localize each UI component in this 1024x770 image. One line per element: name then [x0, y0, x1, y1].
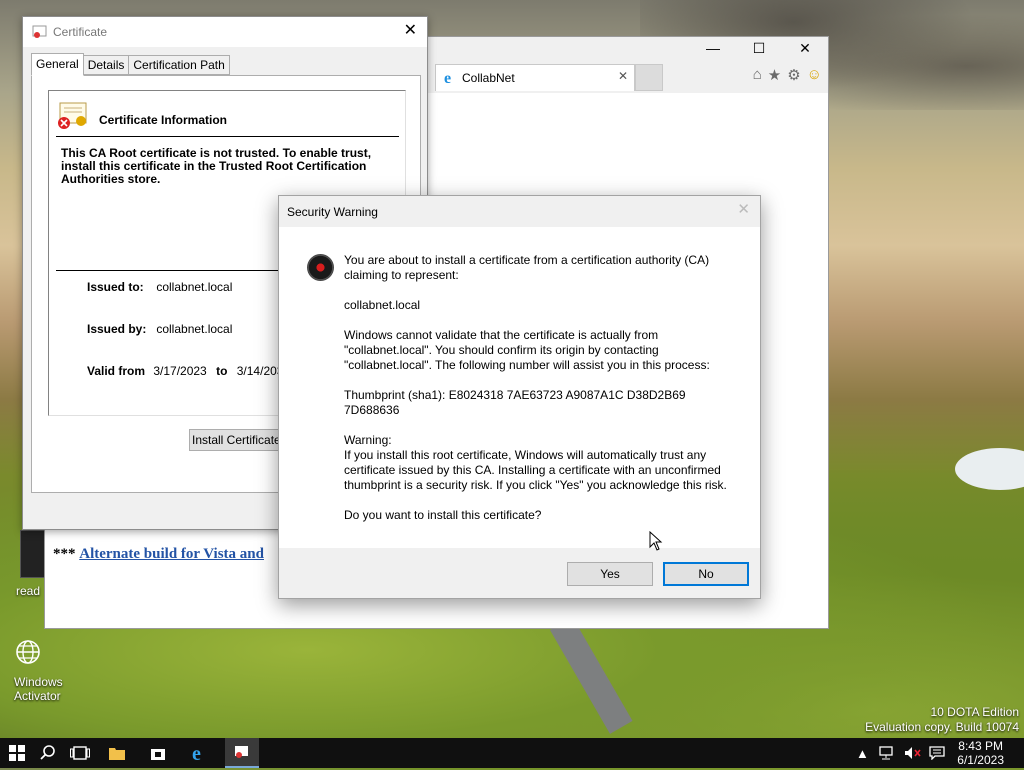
- desktop-icon-label-line2: Activator: [14, 689, 61, 703]
- store-button[interactable]: [141, 738, 175, 768]
- certificate-info-heading: Certificate Information: [99, 113, 228, 127]
- no-button[interactable]: No: [663, 562, 749, 586]
- watermark-build: Evaluation copy. Build 10074: [865, 720, 1019, 734]
- folder-icon: [109, 748, 125, 760]
- search-icon: [40, 745, 55, 760]
- yes-button[interactable]: Yes: [567, 562, 653, 586]
- network-icon[interactable]: [878, 738, 894, 768]
- tab-close-icon[interactable]: ✕: [618, 69, 628, 83]
- mouse-cursor-icon: [649, 530, 663, 554]
- clock-date: 6/1/2023: [957, 753, 1004, 767]
- certificate-titlebar: Certificate ✕: [23, 17, 427, 47]
- svg-text:e: e: [192, 744, 201, 762]
- security-warning-message: You are about to install a certificate f…: [344, 253, 734, 538]
- desktop-icon-windows-activator[interactable]: Windows Activator: [14, 638, 84, 703]
- divider: [56, 136, 399, 137]
- tab-general[interactable]: General: [31, 53, 84, 76]
- browser-tab-collabnet[interactable]: e CollabNet ✕: [435, 64, 635, 91]
- task-view-icon: [70, 746, 90, 760]
- task-view-button[interactable]: [63, 738, 97, 768]
- certificate-icon: [32, 25, 48, 39]
- message-validation: Windows cannot validate that the certifi…: [344, 328, 710, 372]
- svg-text:e: e: [444, 70, 451, 85]
- issued-by-label: Issued by:: [87, 322, 147, 336]
- certificate-icon: [235, 746, 248, 758]
- windows-logo-icon: [9, 745, 25, 761]
- valid-from-label: Valid from: [87, 364, 146, 378]
- tab-details[interactable]: Details: [82, 55, 130, 75]
- link-prefix: ***: [53, 546, 76, 562]
- evaluation-watermark: 10 DOTA Edition Evaluation copy. Build 1…: [865, 705, 1019, 735]
- untrusted-warning-text: This CA Root certificate is not trusted.…: [61, 146, 372, 186]
- message-warning-text: If you install this root certificate, Wi…: [344, 448, 727, 492]
- message-warning-label: Warning:: [344, 433, 392, 447]
- home-icon[interactable]: ⌂: [753, 66, 762, 84]
- ie-icon: e: [443, 69, 459, 88]
- alternate-build-link[interactable]: Alternate build for Vista and: [79, 546, 264, 562]
- warning-shield-icon: [307, 254, 334, 281]
- page-content: *** Alternate build for Vista and: [53, 546, 264, 563]
- message-ca-name: collabnet.local: [344, 298, 421, 312]
- certificate-tabs: General Details Certification Path: [31, 53, 230, 76]
- action-center-icon[interactable]: [929, 738, 945, 768]
- dialog-button-bar: Yes No: [279, 548, 760, 598]
- watermark-edition: 10 DOTA Edition: [930, 705, 1020, 719]
- security-warning-title: Security Warning: [287, 205, 378, 219]
- ie-icon: e: [192, 744, 201, 762]
- message-question: Do you want to install this certificate?: [344, 508, 542, 522]
- taskbar: e ▲ 8:43 PM 6/1/2023: [0, 738, 1024, 768]
- certificate-taskbar-button[interactable]: [225, 738, 259, 768]
- security-warning-dialog: Security Warning ✕ You are about to inst…: [278, 195, 761, 599]
- search-button[interactable]: [31, 738, 65, 768]
- close-button[interactable]: ✕: [404, 20, 417, 40]
- minimize-button[interactable]: —: [690, 37, 736, 59]
- valid-from-value: 3/17/2023: [153, 364, 207, 378]
- certificate-title: Certificate: [53, 25, 108, 39]
- install-certificate-button[interactable]: Install Certificate...: [189, 429, 289, 451]
- valid-to-label: to: [216, 364, 228, 378]
- new-tab-button[interactable]: [635, 64, 663, 91]
- favorites-star-icon[interactable]: ★: [768, 66, 781, 84]
- start-button[interactable]: [0, 738, 34, 768]
- untrusted-certificate-icon: [56, 101, 90, 134]
- issued-to-row: Issued to: collabnet.local: [87, 280, 232, 294]
- store-icon: [151, 749, 165, 760]
- volume-muted-icon[interactable]: [904, 738, 922, 768]
- show-hidden-icons[interactable]: ▲: [856, 738, 869, 768]
- security-warning-titlebar: Security Warning ✕: [279, 196, 760, 227]
- close-button[interactable]: ✕: [782, 37, 828, 59]
- clock-time: 8:43 PM: [958, 739, 1003, 753]
- valid-from-row: Valid from 3/17/2023 to 3/14/2033: [87, 364, 290, 378]
- issued-by-row: Issued by: collabnet.local: [87, 322, 232, 336]
- tab-label: CollabNet: [462, 71, 515, 85]
- issued-to-value: collabnet.local: [156, 280, 233, 294]
- message-thumbprint: Thumbprint (sha1): E8024318 7AE63723 A90…: [344, 388, 686, 417]
- taskbar-clock[interactable]: 8:43 PM 6/1/2023: [957, 739, 1004, 767]
- issued-by-value: collabnet.local: [156, 322, 233, 336]
- gear-icon[interactable]: ⚙: [787, 66, 800, 84]
- file-explorer-button[interactable]: [100, 738, 134, 768]
- issued-to-label: Issued to:: [87, 280, 144, 294]
- maximize-button[interactable]: ☐: [736, 37, 782, 59]
- browser-toolbar: ⌂ ★ ⚙ ☺: [753, 66, 822, 84]
- internet-explorer-button[interactable]: e: [183, 738, 217, 768]
- close-icon[interactable]: ✕: [737, 200, 750, 218]
- file-icon: [20, 530, 46, 578]
- desktop-icon-label: Windows: [14, 675, 63, 689]
- tab-certification-path[interactable]: Certification Path: [128, 55, 230, 75]
- globe-icon: [14, 638, 84, 669]
- message-intro: You are about to install a certificate f…: [344, 253, 710, 282]
- smiley-feedback-icon[interactable]: ☺: [807, 66, 822, 84]
